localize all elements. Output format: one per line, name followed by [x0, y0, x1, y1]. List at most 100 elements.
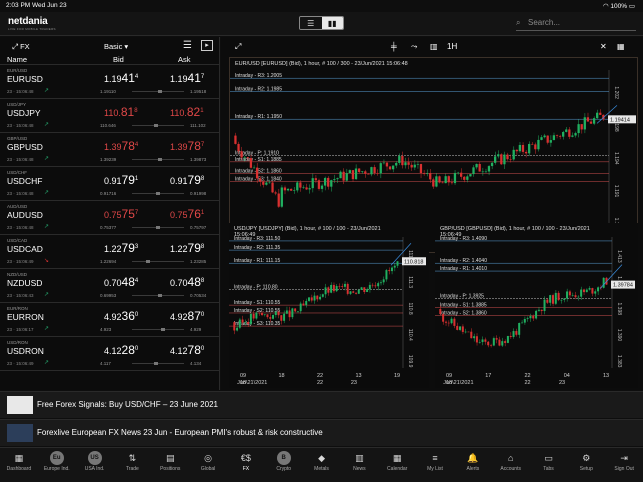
- candle-body: [490, 162, 494, 167]
- view-selector[interactable]: Basic ▾: [104, 42, 128, 51]
- ask-price[interactable]: 1.22798: [170, 241, 204, 255]
- tab-accounts[interactable]: ⌂ Accounts: [492, 448, 530, 482]
- news-item[interactable]: Free Forex Signals: Buy USD/CHF – 23 Jun…: [0, 391, 643, 418]
- bid-price[interactable]: 1.22793: [104, 241, 138, 255]
- bid-price[interactable]: 1.39784: [104, 139, 138, 153]
- trend-icon: ↗: [44, 122, 50, 128]
- chart-usdjpy[interactable]: 111.7 111.3 110.8 110.4 109.9 Intraday - R3: …: [229, 223, 429, 388]
- ask-price[interactable]: 1.19417: [170, 71, 204, 85]
- tab-label: Accounts: [500, 466, 521, 472]
- tab-my-list[interactable]: ≡ My List: [416, 448, 454, 482]
- candle-body: [498, 339, 501, 346]
- ask-price[interactable]: 1.39787: [170, 139, 204, 153]
- tab-europe-ind[interactable]: Eu Europe Ind.: [38, 448, 76, 482]
- candle-body: [274, 192, 277, 194]
- candle-body: [580, 289, 583, 297]
- tab-setup[interactable]: ⚙ Setup: [567, 448, 605, 482]
- chart-gbpusd[interactable]: 1.4131.4051.3981.3901.383Intraday - R3: …: [435, 223, 638, 388]
- list-view-icon[interactable]: ☰: [300, 17, 322, 29]
- bar-type-icon[interactable]: ╪: [391, 42, 397, 51]
- fullscreen-icon[interactable]: ⤢: [235, 42, 241, 52]
- quote-row-usdchf[interactable]: USD/CHF USDCHF 23 · 15:06:48 ↗ 0.91791 0.9179…: [0, 167, 219, 201]
- news-item[interactable]: Forexlive European FX News 23 Jun - Euro…: [0, 419, 643, 446]
- interval-selector[interactable]: 1H: [447, 42, 457, 51]
- candle-body: [481, 171, 484, 173]
- day-low: 4.117: [100, 361, 111, 366]
- quote-row-usdron[interactable]: USD/RON USDRON 23 · 15:06:49 ↗ 4.12280 4.1278…: [0, 337, 219, 371]
- candle-body: [515, 149, 518, 152]
- expand-icon[interactable]: ▸: [201, 40, 213, 51]
- search-input[interactable]: ⌕ Search...: [516, 16, 636, 31]
- candle-body: [238, 319, 241, 328]
- tab-positions[interactable]: ▤ Positions: [151, 448, 189, 482]
- tab-dashboard[interactable]: ▦ Dashboard: [0, 448, 38, 482]
- bid-price[interactable]: 0.91791: [104, 173, 138, 187]
- tab-icon: ▦: [14, 453, 24, 463]
- level-label: Intraday - R2: 1.1985: [235, 86, 282, 92]
- battery-indicator: ◠ 100% ▭: [602, 3, 635, 10]
- tab-icon: 🔔: [467, 453, 479, 463]
- candle-body: [373, 167, 376, 174]
- ask-price[interactable]: 4.92870: [170, 309, 204, 323]
- candle-body: [582, 289, 585, 293]
- quote-row-eurron[interactable]: EUR/RON EURRON 23 · 15:06:17 ↗ 4.92360 4.9287…: [0, 303, 219, 337]
- pair-code: USD/RON: [7, 340, 28, 345]
- tab-trade[interactable]: ⇅ Trade: [113, 448, 151, 482]
- quote-row-nzdusd[interactable]: NZD/USD NZDUSD 23 · 15:06:43 ↗ 0.70484 0.7048…: [0, 269, 219, 303]
- day-high: 1.39873: [190, 157, 207, 162]
- quote-row-usdjpy[interactable]: USD/JPY USDJPY 23 · 15:06:48 ↗ 110.818 110.82…: [0, 99, 219, 133]
- bid-price[interactable]: 1.19414: [104, 71, 138, 85]
- quote-row-audusd[interactable]: AUD/USD AUDUSD 23 · 15:06:48 ↗ 0.75757 0.7576…: [0, 201, 219, 235]
- tab-global[interactable]: ◎ Global: [189, 448, 227, 482]
- chart-view-icon[interactable]: ▮▮: [321, 17, 343, 29]
- tools-icon[interactable]: ✕: [600, 42, 607, 51]
- quote-row-usdcad[interactable]: USD/CAD USDCAD 23 · 15:06:49 ↘ 1.22793 1.2279…: [0, 235, 219, 269]
- level-label: Intraday - S1: 1.3885: [440, 303, 487, 309]
- quote-row-eurusd[interactable]: EUR/USD EURUSD 23 · 15:06:48 ↗ 1.19414 1.1941…: [0, 65, 219, 99]
- tab-news[interactable]: ▥ News: [340, 448, 378, 482]
- indicators-icon[interactable]: ▥: [430, 42, 438, 51]
- tab-metals[interactable]: ◆ Metals: [303, 448, 341, 482]
- layout-switch[interactable]: ☰ ▮▮: [299, 16, 344, 30]
- tab-usa-ind[interactable]: US USA Ind.: [76, 448, 114, 482]
- bid-price[interactable]: 0.75757: [104, 207, 138, 221]
- level-label: Intraday - S3: 1.1840: [235, 177, 282, 183]
- y-tick-label: 111.3: [407, 276, 413, 288]
- layout-grid-icon[interactable]: ▦: [617, 42, 625, 51]
- tab-sign-out[interactable]: ⇥ Sign Out: [605, 448, 643, 482]
- bid-price[interactable]: 110.818: [104, 105, 138, 119]
- day-low: 4.923: [100, 327, 112, 332]
- draw-tool-icon[interactable]: ⤳: [411, 42, 417, 52]
- candle-body: [410, 164, 413, 168]
- candle-body: [546, 135, 549, 143]
- ask-price[interactable]: 0.70488: [170, 275, 204, 289]
- candle-body: [441, 182, 444, 184]
- tab-fx[interactable]: €$ FX: [227, 448, 265, 482]
- fx-group-selector[interactable]: ⤢ FX: [12, 42, 30, 52]
- bid-price[interactable]: 0.70484: [104, 275, 138, 289]
- bid-price[interactable]: 4.12280: [104, 343, 138, 357]
- candle-body: [332, 284, 335, 292]
- candle-body: [459, 172, 463, 177]
- tab-alerts[interactable]: 🔔 Alerts: [454, 448, 492, 482]
- tab-calendar[interactable]: ▦ Calendar: [378, 448, 416, 482]
- news-headline: Free Forex Signals: Buy USD/CHF – 23 Jun…: [37, 400, 218, 409]
- tab-tabs[interactable]: ▭ Tabs: [530, 448, 568, 482]
- bid-price[interactable]: 4.92360: [104, 309, 138, 323]
- tab-label: Alerts: [466, 466, 480, 472]
- candle-body: [464, 331, 467, 333]
- ask-price[interactable]: 4.12780: [170, 343, 204, 357]
- quote-row-gbpusd[interactable]: GBP/USD GBPUSD 23 · 15:06:48 ↗ 1.39784 1.3978…: [0, 133, 219, 167]
- menu-icon[interactable]: ☰: [183, 40, 192, 51]
- pair-code: AUD/USD: [7, 204, 28, 209]
- pair-code: GBP/USD: [7, 136, 28, 141]
- candle-body: [478, 342, 481, 343]
- ask-price[interactable]: 110.821: [170, 105, 204, 119]
- ask-price[interactable]: 0.75761: [170, 207, 204, 221]
- level-label: Intraday - S2: 1.3860: [440, 311, 487, 317]
- candle-body: [495, 338, 498, 340]
- ask-price[interactable]: 0.91798: [170, 173, 204, 187]
- candle-body: [364, 171, 367, 174]
- tab-crypto[interactable]: B Crypto: [265, 448, 303, 482]
- trend-icon: ↘: [44, 258, 50, 264]
